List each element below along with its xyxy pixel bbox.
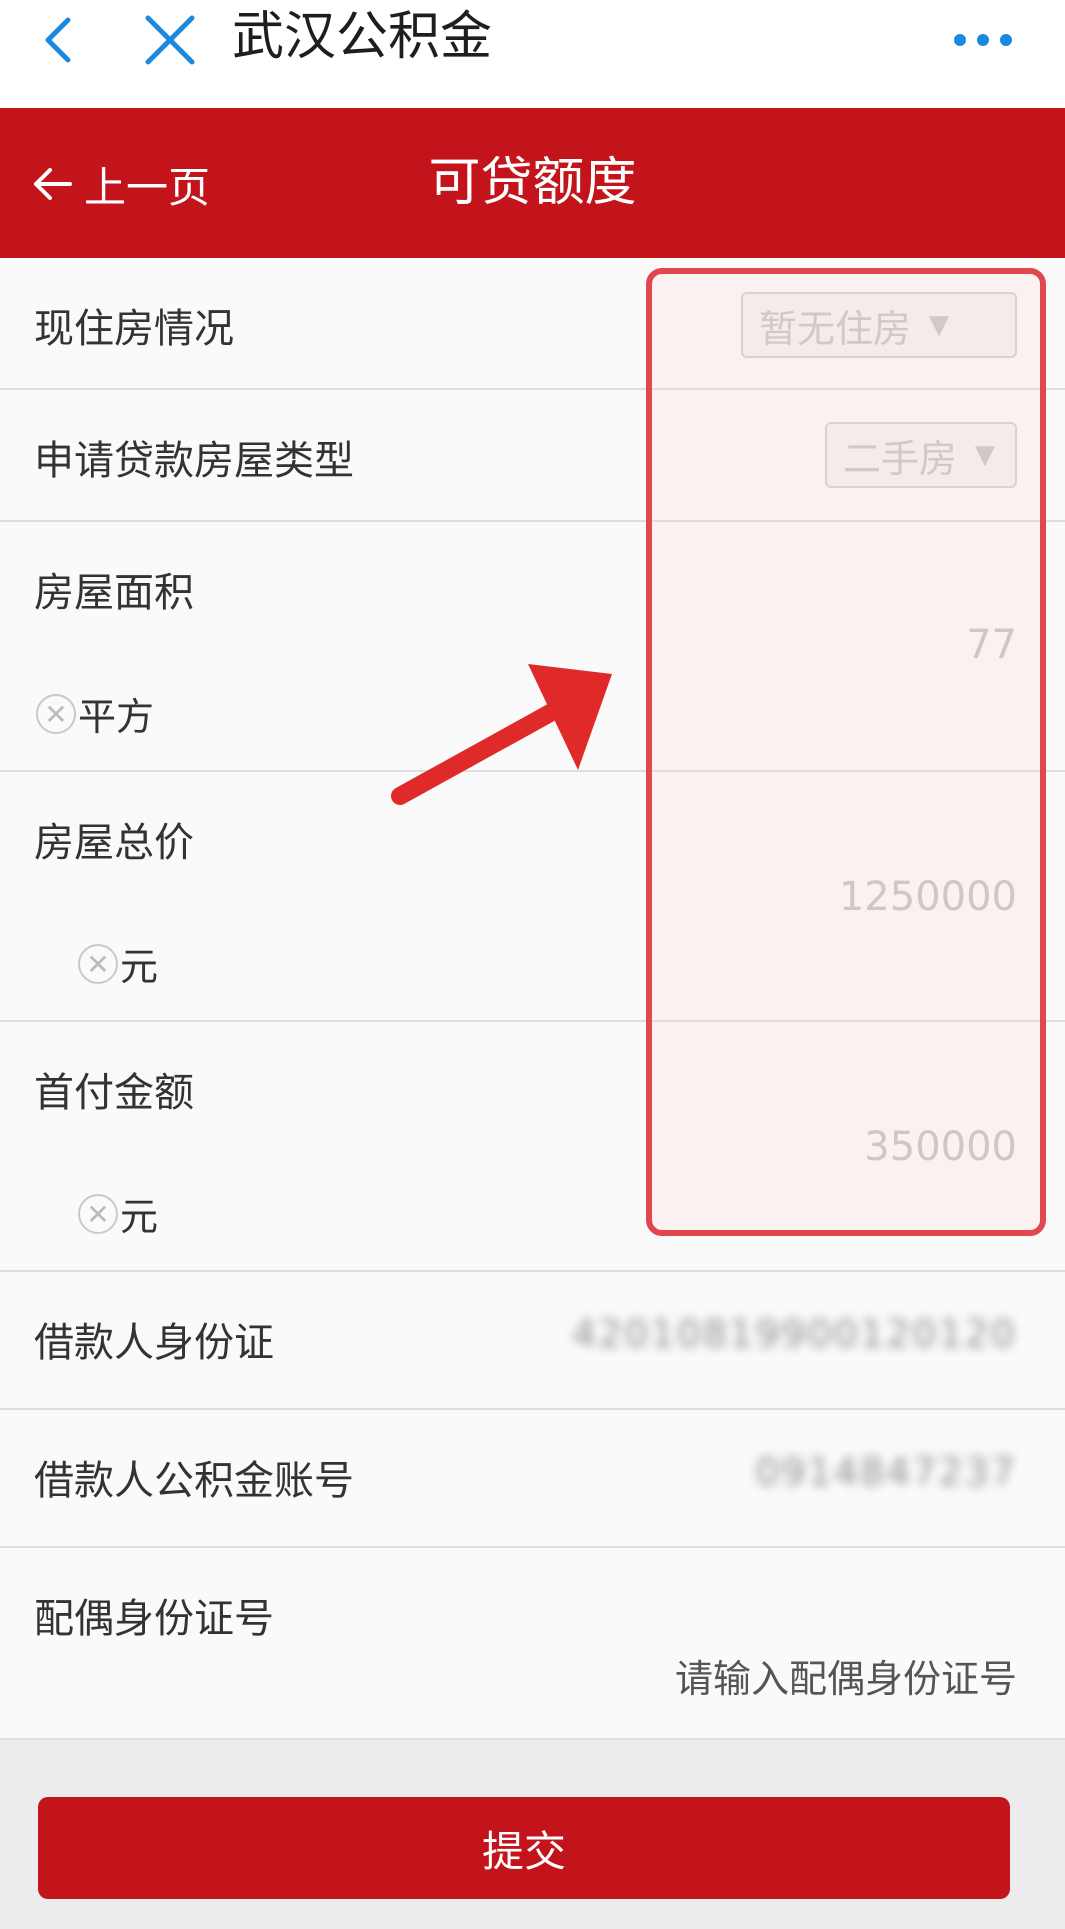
app-top-bar: 武汉公积金 bbox=[0, 0, 1065, 108]
house-type-select[interactable]: 二手房 ▼ bbox=[825, 422, 1017, 488]
clear-icon[interactable]: ✕ bbox=[36, 693, 76, 734]
clear-icon[interactable]: ✕ bbox=[78, 1193, 118, 1234]
housing-status-value: 暂无住房 bbox=[759, 306, 912, 351]
dropdown-caret-icon: ▼ bbox=[929, 310, 950, 340]
borrower-account-label: 借款人公积金账号 bbox=[34, 1458, 354, 1504]
back-icon[interactable] bbox=[30, 10, 90, 70]
area-unit: ✕ 平方 bbox=[36, 686, 154, 741]
down-payment-unit-label: 元 bbox=[120, 1195, 159, 1239]
down-payment-row: 首付金额 350000 ✕ 元 bbox=[0, 1022, 1065, 1272]
more-icon[interactable] bbox=[948, 20, 1018, 60]
housing-status-select[interactable]: 暂无住房 ▼ bbox=[741, 292, 1017, 358]
app-title: 武汉公积金 bbox=[232, 7, 493, 67]
borrower-account-value: 0914847237 bbox=[755, 1450, 1017, 1494]
total-price-row: 房屋总价 1250000 ✕ 元 bbox=[0, 772, 1065, 1022]
down-payment-unit: ✕ 元 bbox=[78, 1186, 158, 1241]
total-price-input[interactable]: 1250000 bbox=[839, 874, 1017, 920]
total-price-unit: ✕ 元 bbox=[78, 936, 158, 991]
page-title: 可贷额度 bbox=[428, 153, 637, 213]
borrower-id-row: 借款人身份证 42010819900120120 bbox=[0, 1272, 1065, 1410]
spouse-id-input[interactable]: 请输入配偶身份证号 bbox=[675, 1648, 1017, 1703]
housing-status-label: 现住房情况 bbox=[34, 306, 234, 352]
close-icon[interactable] bbox=[140, 10, 200, 70]
down-payment-input[interactable]: 350000 bbox=[864, 1124, 1017, 1170]
clear-icon[interactable]: ✕ bbox=[78, 943, 118, 984]
housing-status-row: 现住房情况 暂无住房 ▼ bbox=[0, 258, 1065, 390]
down-payment-label: 首付金额 bbox=[34, 1070, 194, 1116]
spouse-id-row: 配偶身份证号 请输入配偶身份证号 bbox=[0, 1548, 1065, 1740]
area-unit-label: 平方 bbox=[78, 695, 155, 739]
total-price-label: 房屋总价 bbox=[34, 820, 194, 866]
area-row: 房屋面积 77 ✕ 平方 bbox=[0, 522, 1065, 772]
total-price-unit-label: 元 bbox=[120, 945, 159, 989]
borrower-account-row: 借款人公积金账号 0914847237 bbox=[0, 1410, 1065, 1548]
borrower-id-label: 借款人身份证 bbox=[34, 1320, 274, 1366]
submit-button[interactable]: 提交 bbox=[38, 1797, 1010, 1899]
area-input[interactable]: 77 bbox=[966, 622, 1017, 668]
loan-form: 现住房情况 暂无住房 ▼ 申请贷款房屋类型 二手房 ▼ 房屋面积 77 ✕ 平方… bbox=[0, 258, 1065, 1740]
house-type-value: 二手房 bbox=[843, 436, 958, 481]
area-label: 房屋面积 bbox=[34, 570, 194, 616]
borrower-id-value: 42010819900120120 bbox=[571, 1312, 1017, 1356]
house-type-row: 申请贷款房屋类型 二手房 ▼ bbox=[0, 390, 1065, 522]
spouse-id-label: 配偶身份证号 bbox=[34, 1596, 274, 1642]
house-type-label: 申请贷款房屋类型 bbox=[34, 438, 354, 484]
page-header: 上一页 可贷额度 bbox=[0, 108, 1065, 258]
dropdown-caret-icon: ▼ bbox=[975, 440, 996, 470]
